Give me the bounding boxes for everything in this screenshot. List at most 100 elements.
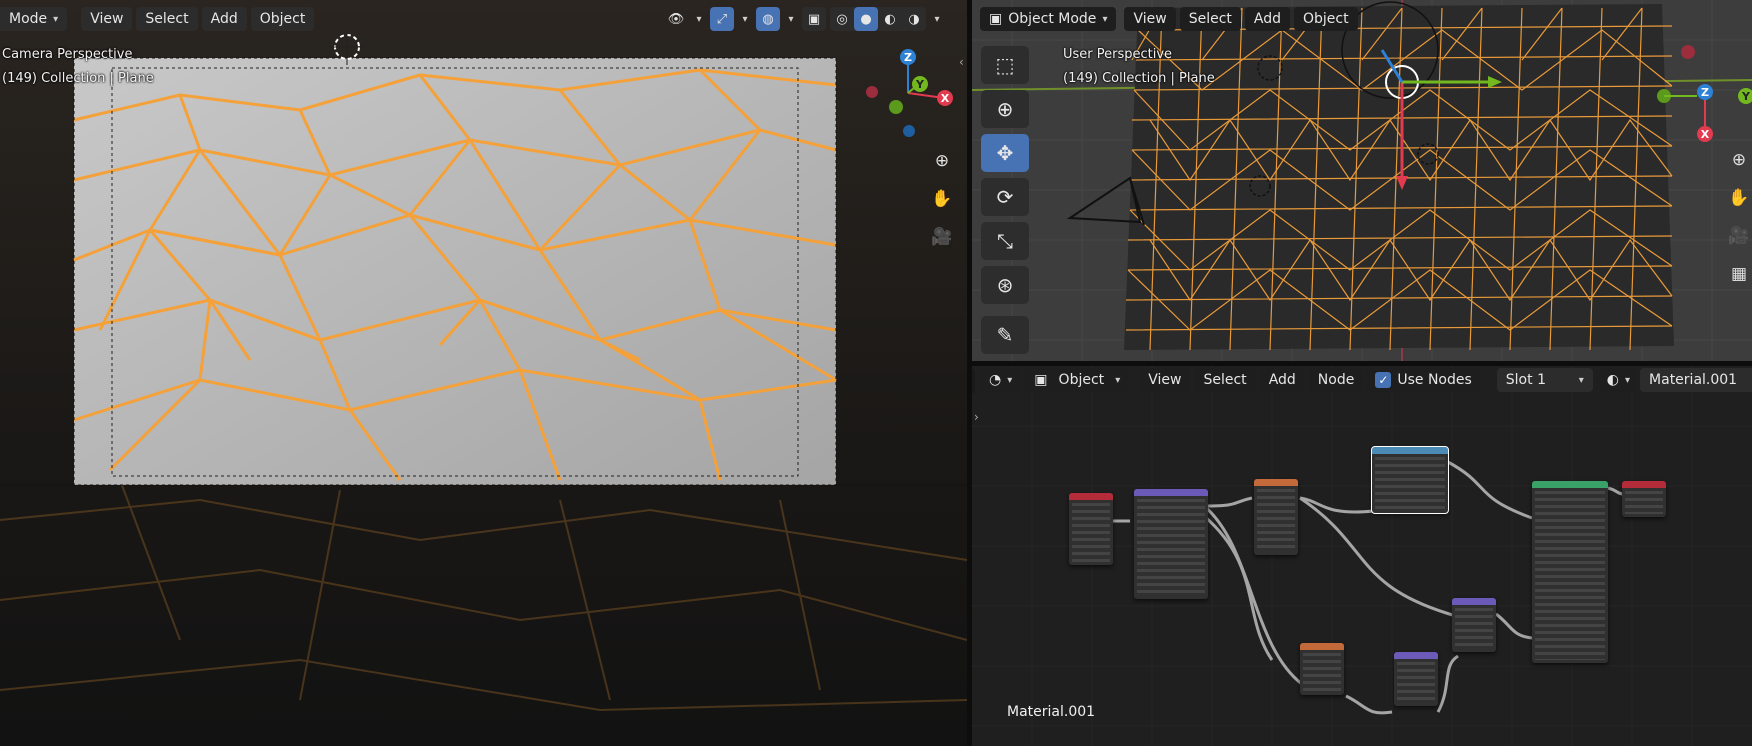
material-shading-icon[interactable]: ◐ (878, 7, 902, 31)
mode-dropdown[interactable]: Mode ▾ (0, 7, 68, 31)
gizmo-z-label: Z (904, 51, 912, 64)
perspective-grid-icon[interactable]: ▦ (1724, 259, 1752, 289)
gizmo-x-label: X (941, 92, 950, 105)
chevron-down-icon: ▾ (53, 13, 59, 25)
chevron-down-icon[interactable]: ▾ (738, 7, 752, 31)
chevron-down-icon: ▾ (1625, 374, 1631, 386)
chevron-down-icon[interactable]: ▾ (692, 7, 706, 31)
chevron-down-icon: ▾ (1115, 374, 1121, 386)
chevron-down-icon[interactable]: ▾ (784, 7, 798, 31)
menu-select[interactable]: Select (1179, 7, 1241, 31)
overlay-toggle-icon[interactable]: ◍ (756, 7, 780, 31)
select-cursor-icon: ⬚ (995, 53, 1015, 77)
menu-object[interactable]: Object (250, 7, 315, 31)
solid-shading-icon[interactable]: ● (854, 7, 878, 31)
mapping-node[interactable] (1134, 489, 1208, 599)
chevron-down-icon: ▾ (1102, 13, 1108, 25)
navigation-gizmo[interactable]: Z X Y (860, 45, 960, 145)
wireframe-shading-icon[interactable]: ◎ (830, 7, 854, 31)
menu-view[interactable]: View (81, 7, 133, 31)
rendered-shading-icon[interactable]: ◑ (902, 7, 926, 31)
gizmo-y-label: Y (915, 78, 925, 91)
object-dropdown-label: Object (1058, 372, 1105, 388)
menu-add[interactable]: Add (1244, 7, 1291, 31)
gizmo-toggle-icon[interactable]: ⤢ (710, 7, 734, 31)
pencil-icon: ✎ (996, 323, 1014, 347)
shading-mode-group: ◎ ● ◐ ◑ (830, 7, 926, 31)
menu-add[interactable]: Add (201, 7, 247, 31)
object-mode-label: Object Mode (1008, 11, 1097, 27)
move-tool[interactable]: ✥ (981, 134, 1029, 172)
node-editor-type-icon: ◔ (989, 372, 1002, 388)
object-icon: ▣ (1034, 372, 1048, 388)
visibility-eye-icon[interactable]: 👁 (664, 7, 688, 31)
material-output-node[interactable] (1622, 481, 1666, 517)
use-nodes-label: Use Nodes (1397, 372, 1472, 388)
menu-view[interactable]: View (1139, 368, 1191, 392)
zoom-icon[interactable]: ⊕ (927, 146, 957, 176)
camera-scene (0, 0, 967, 746)
xray-toggle-icon[interactable]: ▣ (802, 7, 826, 31)
viewport-collection-label: (149) Collection | Plane (2, 71, 154, 86)
menu-select[interactable]: Select (1194, 368, 1256, 392)
camera-viewport-nav: ⊕ ✋ 🎥 (927, 146, 957, 252)
noise-texture-node[interactable] (1300, 643, 1344, 695)
rotate-tool[interactable]: ⟳ (981, 178, 1029, 216)
transform-tool[interactable]: ⊛ (981, 266, 1029, 304)
texture-coordinate-node[interactable] (1069, 493, 1113, 565)
zoom-icon[interactable]: ⊕ (1724, 145, 1752, 175)
header-edge (972, 369, 975, 393)
scale-tool[interactable]: ⤡ (981, 222, 1029, 260)
user-viewport-nav: ⊕ ✋ 🎥 ▦ (1724, 145, 1752, 289)
material-name-field[interactable]: Material.001 (1640, 368, 1752, 392)
color-ramp-node[interactable] (1371, 446, 1449, 514)
use-nodes-toggle[interactable]: ✓ Use Nodes (1367, 368, 1481, 392)
toolbar: ⬚ ⊕ ✥ ⟳ ⤡ ⊛ ✎ (981, 46, 1029, 354)
pan-hand-icon[interactable]: ✋ (927, 184, 957, 214)
pan-hand-icon[interactable]: ✋ (1724, 183, 1752, 213)
material-name-overlay: Material.001 (1007, 704, 1096, 720)
annotate-tool[interactable]: ✎ (981, 316, 1029, 354)
voronoi-texture-node[interactable] (1254, 479, 1298, 555)
move-arrows-icon: ✥ (996, 141, 1014, 165)
viewport-collection-label: (149) Collection | Plane (1063, 71, 1215, 86)
camera-viewport[interactable]: Mode ▾ View Select Add Object 👁 ▾ ⤢ ▾ ◍ … (0, 0, 967, 746)
node-editor-header: ◔ ▾ ▣ Object ▾ View Select Add Node ✓ Us… (980, 366, 1752, 394)
user-viewport[interactable]: ▣ Object Mode ▾ View Select Add Object U… (972, 0, 1752, 361)
principled-bsdf-node[interactable] (1532, 481, 1608, 663)
chevron-down-icon: ▾ (1007, 374, 1013, 386)
shader-node-editor[interactable]: ◔ ▾ ▣ Object ▾ View Select Add Node ✓ Us… (972, 366, 1752, 746)
camera-view-icon[interactable]: 🎥 (1724, 221, 1752, 251)
navigation-gizmo[interactable]: Z X Y (1652, 40, 1752, 150)
expand-arrow-icon[interactable]: › (974, 410, 979, 424)
gizmo-z-label: Z (1701, 86, 1709, 99)
menu-node[interactable]: Node (1308, 368, 1364, 392)
chevron-down-icon[interactable]: ▾ (930, 7, 944, 31)
transform-icon: ⊛ (996, 273, 1014, 297)
camera-view-icon[interactable]: 🎥 (927, 222, 957, 252)
object-mode-icon: ▣ (989, 11, 1003, 27)
3d-cursor-icon (329, 29, 365, 65)
gizmo-y-label: Y (1741, 90, 1751, 103)
collapse-arrow-icon[interactable]: ‹ (959, 55, 964, 69)
cursor-tool[interactable]: ⊕ (981, 90, 1029, 128)
menu-object[interactable]: Object (1294, 7, 1358, 31)
menu-add[interactable]: Add (1259, 368, 1305, 392)
object-dropdown[interactable]: ▣ Object ▾ (1025, 368, 1130, 392)
viewport-perspective-label: User Perspective (1063, 47, 1173, 62)
material-name: Material.001 (1649, 372, 1738, 388)
rotate-icon: ⟳ (996, 185, 1014, 209)
scale-icon: ⤡ (997, 229, 1013, 253)
select-box-tool[interactable]: ⬚ (981, 46, 1029, 84)
menu-view[interactable]: View (1124, 7, 1176, 31)
slot-label: Slot 1 (1505, 372, 1546, 388)
editor-type-dropdown[interactable]: ◔ ▾ (980, 368, 1022, 392)
bump-node-1[interactable] (1394, 652, 1438, 706)
material-browse-dropdown[interactable]: ◐ ▾ (1600, 368, 1637, 392)
material-sphere-icon: ◐ (1606, 372, 1619, 388)
slot-dropdown[interactable]: Slot 1 ▾ (1496, 368, 1593, 392)
menu-select[interactable]: Select (136, 7, 198, 31)
bump-node-2[interactable] (1452, 598, 1496, 652)
checkbox-checked-icon: ✓ (1375, 372, 1392, 388)
object-mode-dropdown[interactable]: ▣ Object Mode ▾ (980, 7, 1117, 31)
